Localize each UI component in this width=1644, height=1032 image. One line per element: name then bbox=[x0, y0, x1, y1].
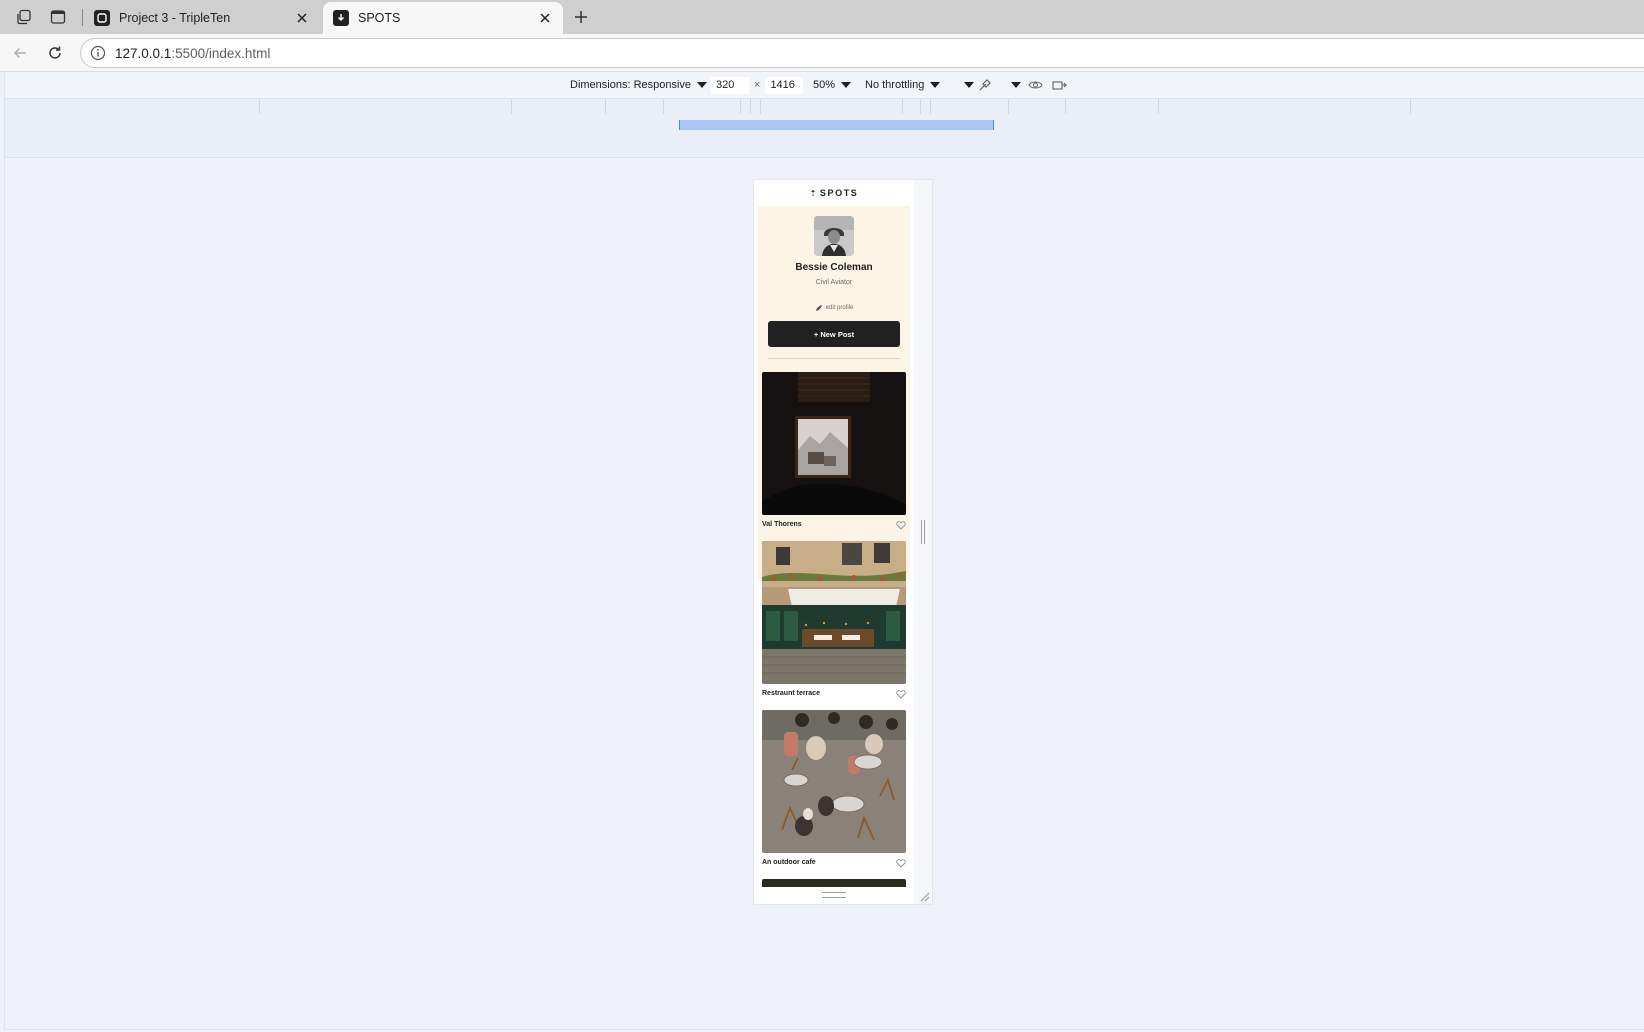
site-logo[interactable]: SPOTS bbox=[820, 188, 859, 198]
chevron-down-icon bbox=[964, 82, 974, 88]
edit-profile-button[interactable]: edit profile bbox=[815, 304, 854, 312]
avatar bbox=[814, 216, 854, 256]
spots-favicon-icon bbox=[333, 10, 349, 26]
profile-description: Civil Aviator bbox=[815, 279, 853, 286]
close-icon[interactable] bbox=[294, 10, 310, 26]
tab-project3[interactable]: Project 3 - TripleTen bbox=[84, 2, 320, 34]
emulated-device-frame: ⇡ SPOTS Bessie Coleman Civil Aviator edi… bbox=[754, 180, 932, 904]
site-header: ⇡ SPOTS bbox=[754, 180, 914, 206]
card: An outdoor cafe bbox=[762, 710, 906, 872]
divider bbox=[768, 358, 900, 359]
vision-icon[interactable] bbox=[1028, 76, 1043, 94]
times-sign: × bbox=[754, 79, 761, 91]
rotate-icon[interactable] bbox=[1052, 76, 1067, 94]
card-title: An outdoor cafe bbox=[762, 859, 816, 866]
card-title: Val Thorens bbox=[762, 521, 802, 528]
browser-toolbar: 127.0.0.1:5500/index.html bbox=[0, 34, 1644, 72]
back-button[interactable] bbox=[8, 42, 32, 64]
emulated-page: ⇡ SPOTS Bessie Coleman Civil Aviator edi… bbox=[754, 180, 914, 904]
arrow-left-icon bbox=[13, 47, 26, 59]
next-card-image-peek bbox=[762, 879, 906, 887]
resize-corner-icon[interactable] bbox=[918, 890, 930, 902]
new-post-button[interactable]: + New Post bbox=[768, 321, 900, 347]
reload-button[interactable] bbox=[43, 42, 67, 64]
media-query-ruler bbox=[5, 98, 1644, 115]
logo-mark-icon: ⇡ bbox=[809, 188, 818, 198]
pencil-icon bbox=[815, 305, 822, 311]
chevron-down-icon bbox=[841, 82, 852, 88]
url-text: 127.0.0.1:5500/index.html bbox=[115, 45, 271, 61]
more-options-dropdown[interactable] bbox=[958, 76, 974, 94]
edit-profile-label: edit profile bbox=[825, 305, 854, 311]
chevron-down-icon bbox=[930, 82, 941, 88]
throttling-dropdown[interactable]: No throttling bbox=[865, 76, 941, 94]
chevron-down-icon bbox=[1011, 82, 1021, 88]
cards-list: Val Thorens Restraunt terrace An outdoor… bbox=[762, 372, 906, 887]
heart-icon[interactable] bbox=[896, 858, 906, 868]
dimensions-label: Dimensions: Responsive bbox=[570, 79, 692, 91]
profile-name: Bessie Coleman bbox=[795, 262, 873, 273]
close-icon[interactable] bbox=[537, 10, 553, 26]
dimensions-dropdown[interactable]: Dimensions: Responsive bbox=[570, 76, 708, 94]
zoom-label: 50% bbox=[813, 79, 836, 91]
card-image[interactable] bbox=[762, 710, 906, 853]
tab-title: Project 3 - TripleTen bbox=[119, 11, 231, 25]
resize-handle-bottom[interactable] bbox=[822, 892, 846, 898]
vertical-tabs-icon[interactable] bbox=[47, 6, 69, 28]
address-bar[interactable]: 127.0.0.1:5500/index.html bbox=[80, 38, 1644, 68]
tab-actions-icon[interactable] bbox=[13, 6, 35, 28]
new-tab-button[interactable] bbox=[568, 4, 594, 30]
reload-icon bbox=[49, 46, 61, 59]
card-title: Restraunt terrace bbox=[762, 690, 820, 697]
chevron-down-icon bbox=[697, 82, 708, 88]
tab-spots[interactable]: SPOTS bbox=[323, 2, 563, 34]
site-info-icon[interactable] bbox=[89, 44, 107, 62]
card-image[interactable] bbox=[762, 541, 906, 684]
eyedropper-icon[interactable] bbox=[978, 76, 992, 94]
tab-strip: Project 3 - TripleTen SPOTS bbox=[0, 0, 1644, 34]
card: Restraunt terrace bbox=[762, 541, 906, 703]
heart-icon[interactable] bbox=[896, 689, 906, 699]
card-image[interactable] bbox=[762, 372, 906, 515]
tab-title: SPOTS bbox=[358, 11, 401, 25]
card: Val Thorens bbox=[762, 372, 906, 534]
height-input[interactable]: 1416 bbox=[765, 76, 804, 94]
device-toolbar: Dimensions: Responsive 320 × 1416 50% No… bbox=[5, 72, 1644, 98]
tripleten-favicon-icon bbox=[94, 10, 110, 26]
zoom-dropdown[interactable]: 50% bbox=[813, 76, 852, 94]
plus-icon bbox=[575, 11, 587, 23]
media-query-band bbox=[5, 114, 1644, 158]
width-input[interactable]: 320 bbox=[711, 76, 749, 94]
heart-icon[interactable] bbox=[896, 520, 906, 530]
throttling-label: No throttling bbox=[865, 79, 925, 91]
resize-handle-right[interactable] bbox=[921, 520, 925, 544]
media-query-highlight[interactable] bbox=[679, 120, 994, 130]
tab-separator bbox=[82, 9, 83, 26]
more-tools-dropdown[interactable] bbox=[1005, 76, 1021, 94]
